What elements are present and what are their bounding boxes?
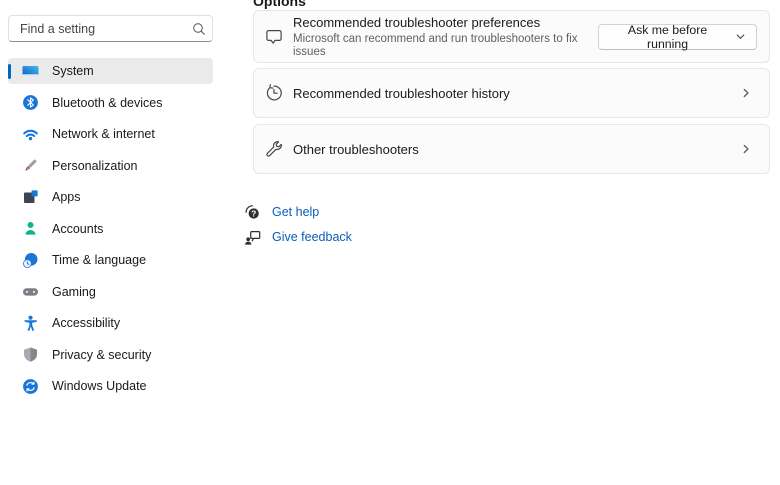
troubleshooter-preference-dropdown[interactable]: Ask me before running — [598, 24, 757, 50]
sidebar-item-label: Network & internet — [52, 127, 155, 141]
sidebar-item-label: Personalization — [52, 159, 137, 173]
card-title: Recommended troubleshooter preferences — [293, 15, 598, 30]
sidebar-item-accounts[interactable]: Accounts — [8, 216, 213, 242]
accessibility-icon — [22, 315, 39, 332]
sidebar-item-network-internet[interactable]: Network & internet — [8, 121, 213, 147]
system-icon — [22, 63, 39, 80]
accounts-icon — [22, 220, 39, 237]
search-icon[interactable] — [186, 22, 212, 36]
settings-sidebar: System Bluetooth & devices Network & int… — [0, 0, 240, 485]
wrench-icon — [264, 139, 284, 159]
selected-accent-bar — [8, 64, 11, 79]
troubleshooter-preferences-card: Recommended troubleshooter preferences M… — [253, 10, 770, 63]
network-icon — [22, 126, 39, 143]
sidebar-item-label: Accounts — [52, 222, 103, 236]
gaming-icon — [22, 283, 39, 300]
sidebar-item-accessibility[interactable]: Accessibility — [8, 310, 213, 336]
sidebar-item-apps[interactable]: Apps — [8, 184, 213, 210]
sidebar-item-windows-update[interactable]: Windows Update — [8, 373, 213, 399]
sidebar-item-label: Time & language — [52, 253, 146, 267]
feedback-icon — [244, 229, 261, 246]
bluetooth-icon — [22, 94, 39, 111]
personalization-icon — [22, 157, 39, 174]
sidebar-item-system[interactable]: System — [8, 58, 213, 84]
sidebar-item-label: System — [52, 64, 94, 78]
sidebar-nav: System Bluetooth & devices Network & int… — [8, 58, 213, 405]
other-troubleshooters-row[interactable]: Other troubleshooters — [253, 124, 770, 174]
card-title: Other troubleshooters — [293, 142, 419, 157]
link-label: Give feedback — [272, 230, 352, 244]
privacy-security-icon — [22, 346, 39, 363]
help-links: ? Get help Give feedback — [244, 202, 352, 252]
sidebar-item-privacy-security[interactable]: Privacy & security — [8, 342, 213, 368]
time-language-icon — [22, 252, 39, 269]
svg-text:?: ? — [251, 208, 256, 218]
sidebar-item-personalization[interactable]: Personalization — [8, 153, 213, 179]
card-subtitle: Microsoft can recommend and run troubles… — [293, 33, 598, 59]
sidebar-item-label: Bluetooth & devices — [52, 96, 163, 110]
windows-update-icon — [22, 378, 39, 395]
sidebar-item-label: Apps — [52, 190, 81, 204]
history-icon — [264, 83, 284, 103]
sidebar-item-label: Gaming — [52, 285, 96, 299]
get-help-link[interactable]: ? Get help — [244, 202, 352, 222]
chevron-down-icon — [735, 31, 746, 42]
card-title: Recommended troubleshooter history — [293, 86, 510, 101]
sidebar-item-bluetooth-devices[interactable]: Bluetooth & devices — [8, 90, 213, 116]
options-section-title: Options — [253, 0, 306, 9]
give-feedback-link[interactable]: Give feedback — [244, 227, 352, 247]
sidebar-item-gaming[interactable]: Gaming — [8, 279, 213, 305]
sidebar-item-label: Windows Update — [52, 379, 147, 393]
troubleshooter-history-row[interactable]: Recommended troubleshooter history — [253, 68, 770, 118]
search-box[interactable] — [8, 15, 213, 42]
chevron-right-icon — [740, 87, 752, 99]
comment-icon — [264, 27, 284, 47]
link-label: Get help — [272, 205, 319, 219]
sidebar-item-time-language[interactable]: Time & language — [8, 247, 213, 273]
sidebar-item-label: Privacy & security — [52, 348, 151, 362]
search-input[interactable] — [9, 16, 186, 41]
sidebar-item-label: Accessibility — [52, 316, 120, 330]
chevron-right-icon — [740, 143, 752, 155]
get-help-icon: ? — [244, 204, 261, 221]
apps-icon — [22, 189, 39, 206]
dropdown-value: Ask me before running — [609, 23, 726, 51]
